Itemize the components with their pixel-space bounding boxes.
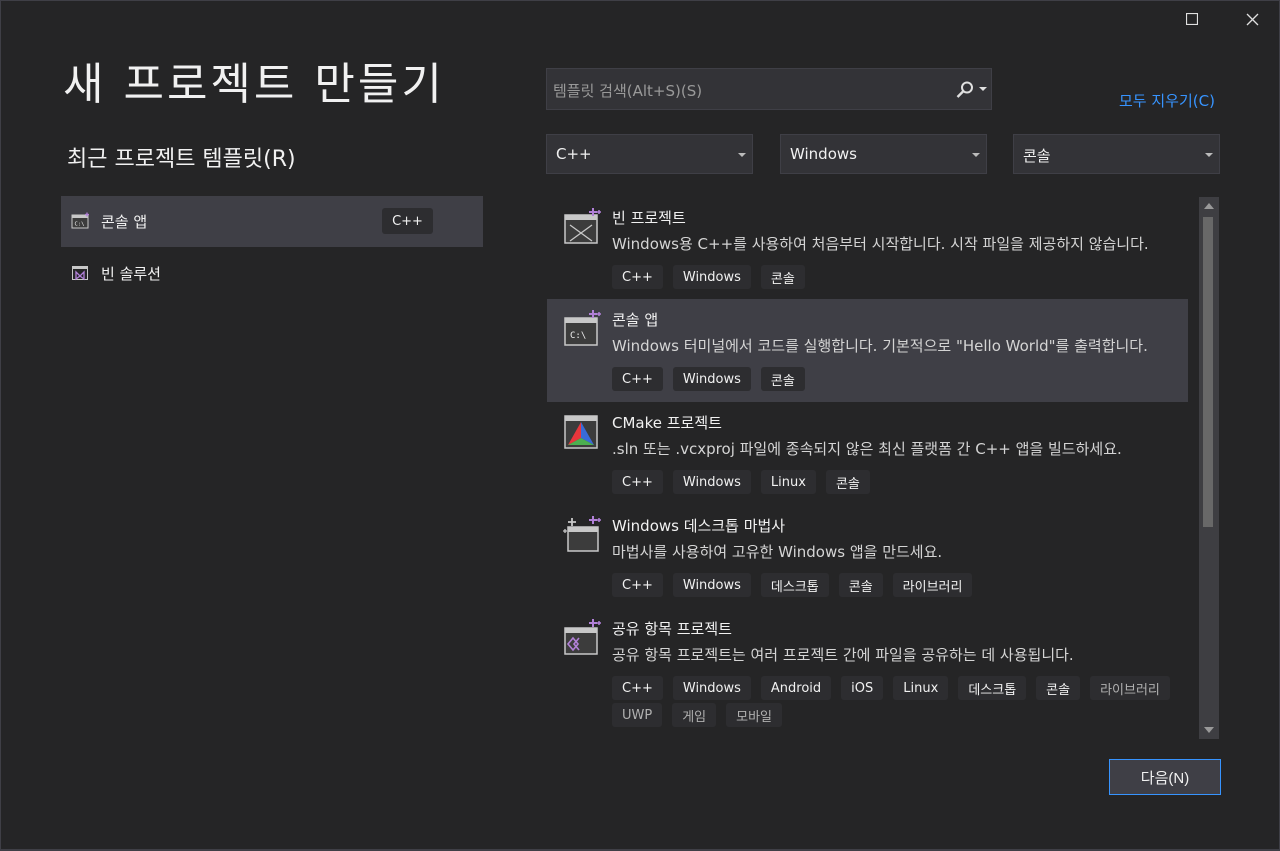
template-tags: C++ Windows 데스크톱 콘솔 라이브러리 bbox=[612, 573, 1172, 597]
tag: Linux bbox=[760, 470, 816, 494]
chevron-down-icon bbox=[1205, 153, 1213, 157]
tag: Windows bbox=[672, 367, 751, 391]
tag: C++ bbox=[612, 367, 663, 391]
tag: C++ bbox=[612, 470, 663, 494]
tag: 콘솔 bbox=[1036, 676, 1081, 700]
console-app-icon: C:\ bbox=[71, 212, 89, 229]
tag: 콘솔 bbox=[760, 265, 805, 289]
recent-item-blank-solution[interactable]: 빈 솔루션 bbox=[61, 248, 483, 299]
tag: iOS bbox=[841, 676, 884, 700]
template-item-empty-project[interactable]: 빈 프로젝트 Windows용 C++를 사용하여 처음부터 시작합니다. 시작… bbox=[547, 197, 1188, 300]
svg-text:C:\: C:\ bbox=[75, 222, 85, 228]
platform-filter-dropdown[interactable]: Windows bbox=[780, 134, 987, 174]
recent-item-tag: C++ bbox=[382, 208, 433, 234]
search-icon[interactable] bbox=[955, 80, 975, 100]
tag: Windows bbox=[672, 676, 751, 700]
empty-project-icon bbox=[564, 208, 601, 244]
template-item-cmake-project[interactable]: CMake 프로젝트 .sln 또는 .vcxproj 파일에 종속되지 않은 … bbox=[547, 402, 1188, 505]
template-description: Windows 터미널에서 코드를 실행합니다. 기본적으로 "Hello Wo… bbox=[612, 337, 1148, 355]
project-type-filter-value: 콘솔 bbox=[1023, 147, 1051, 165]
language-filter-dropdown[interactable]: C++ bbox=[546, 134, 753, 174]
maximize-button[interactable] bbox=[1162, 0, 1222, 38]
template-item-console-app[interactable]: C:\ 콘솔 앱 Windows 터미널에서 코드를 실행합니다. 기본적으로 … bbox=[547, 299, 1188, 402]
template-list-scrollbar[interactable] bbox=[1199, 197, 1219, 739]
cmake-icon bbox=[564, 415, 598, 449]
console-app-icon: C:\ bbox=[564, 310, 601, 346]
search-placeholder: 템플릿 검색(Alt+S)(S) bbox=[553, 82, 703, 100]
close-icon bbox=[1246, 13, 1258, 25]
template-list: 빈 프로젝트 Windows용 C++를 사용하여 처음부터 시작합니다. 시작… bbox=[547, 195, 1220, 739]
template-name: 콘솔 앱 bbox=[612, 311, 659, 329]
recent-item-label: 콘솔 앱 bbox=[101, 213, 148, 231]
maximize-icon bbox=[1186, 13, 1198, 25]
template-description: Windows용 C++를 사용하여 처음부터 시작합니다. 시작 파일을 제공… bbox=[612, 235, 1149, 253]
template-search-input[interactable]: 템플릿 검색(Alt+S)(S) bbox=[546, 68, 992, 110]
shared-items-icon bbox=[564, 619, 601, 655]
template-description: 공유 항목 프로젝트는 여러 프로젝트 간에 파일을 공유하는 데 사용됩니다. bbox=[612, 646, 1074, 664]
desktop-wizard-icon bbox=[563, 516, 601, 552]
tag: C++ bbox=[612, 676, 663, 700]
tag: 라이브러리 bbox=[892, 573, 973, 597]
template-tags: C++ Windows 콘솔 bbox=[612, 367, 1172, 391]
template-tags: C++ Windows Android iOS Linux 데스크톱 콘솔 라이… bbox=[612, 676, 1172, 727]
scroll-up-arrow-icon[interactable] bbox=[1204, 203, 1214, 209]
template-item-desktop-wizard[interactable]: Windows 데스크톱 마법사 마법사를 사용하여 고유한 Windows 앱… bbox=[547, 505, 1188, 608]
tag: Linux bbox=[893, 676, 949, 700]
blank-solution-icon bbox=[72, 266, 88, 281]
tag: 콘솔 bbox=[825, 470, 870, 494]
tag: Windows bbox=[672, 265, 751, 289]
close-button[interactable] bbox=[1222, 0, 1280, 38]
tag: UWP bbox=[612, 703, 663, 727]
chevron-down-icon[interactable] bbox=[979, 87, 987, 93]
template-tags: C++ Windows Linux 콘솔 bbox=[612, 470, 1172, 494]
tag: 라이브러리 bbox=[1090, 676, 1170, 700]
next-button[interactable]: 다음(N) bbox=[1109, 759, 1221, 795]
clear-all-link[interactable]: 모두 지우기(C) bbox=[1119, 90, 1215, 111]
language-filter-value: C++ bbox=[556, 145, 592, 163]
template-name: 빈 프로젝트 bbox=[612, 209, 686, 227]
recent-item-console-app[interactable]: C:\ 콘솔 앱 C++ bbox=[61, 196, 483, 247]
template-description: .sln 또는 .vcxproj 파일에 종속되지 않은 최신 플랫폼 간 C+… bbox=[612, 440, 1122, 458]
tag: Android bbox=[760, 676, 832, 700]
recent-templates-heading: 최근 프로젝트 템플릿(R) bbox=[67, 147, 296, 172]
tag: C++ bbox=[612, 573, 663, 597]
tag: 콘솔 bbox=[838, 573, 883, 597]
tag: Windows bbox=[672, 470, 751, 494]
platform-filter-value: Windows bbox=[790, 145, 857, 163]
template-item-shared-items[interactable]: 공유 항목 프로젝트 공유 항목 프로젝트는 여러 프로젝트 간에 파일을 공유… bbox=[547, 608, 1188, 739]
project-type-filter-dropdown[interactable]: 콘솔 bbox=[1013, 134, 1220, 174]
tag: C++ bbox=[612, 265, 663, 289]
tag: Windows bbox=[672, 573, 751, 597]
template-description: 마법사를 사용하여 고유한 Windows 앱을 만드세요. bbox=[612, 543, 943, 561]
template-name: CMake 프로젝트 bbox=[612, 414, 722, 432]
template-name: 공유 항목 프로젝트 bbox=[612, 620, 732, 638]
chevron-down-icon bbox=[738, 153, 746, 157]
tag: 게임 bbox=[672, 703, 717, 727]
template-tags: C++ Windows 콘솔 bbox=[612, 265, 1172, 289]
recent-item-label: 빈 솔루션 bbox=[101, 265, 161, 283]
page-title: 새 프로젝트 만들기 bbox=[63, 59, 445, 110]
tag: 데스크톱 bbox=[958, 676, 1027, 700]
svg-text:C:\: C:\ bbox=[570, 331, 586, 341]
chevron-down-icon bbox=[972, 153, 980, 157]
tag: 콘솔 bbox=[760, 367, 805, 391]
tag: 모바일 bbox=[726, 703, 783, 727]
tag: 데스크톱 bbox=[760, 573, 829, 597]
scroll-down-arrow-icon[interactable] bbox=[1204, 727, 1214, 733]
template-name: Windows 데스크톱 마법사 bbox=[612, 517, 786, 535]
scroll-thumb[interactable] bbox=[1203, 217, 1213, 527]
